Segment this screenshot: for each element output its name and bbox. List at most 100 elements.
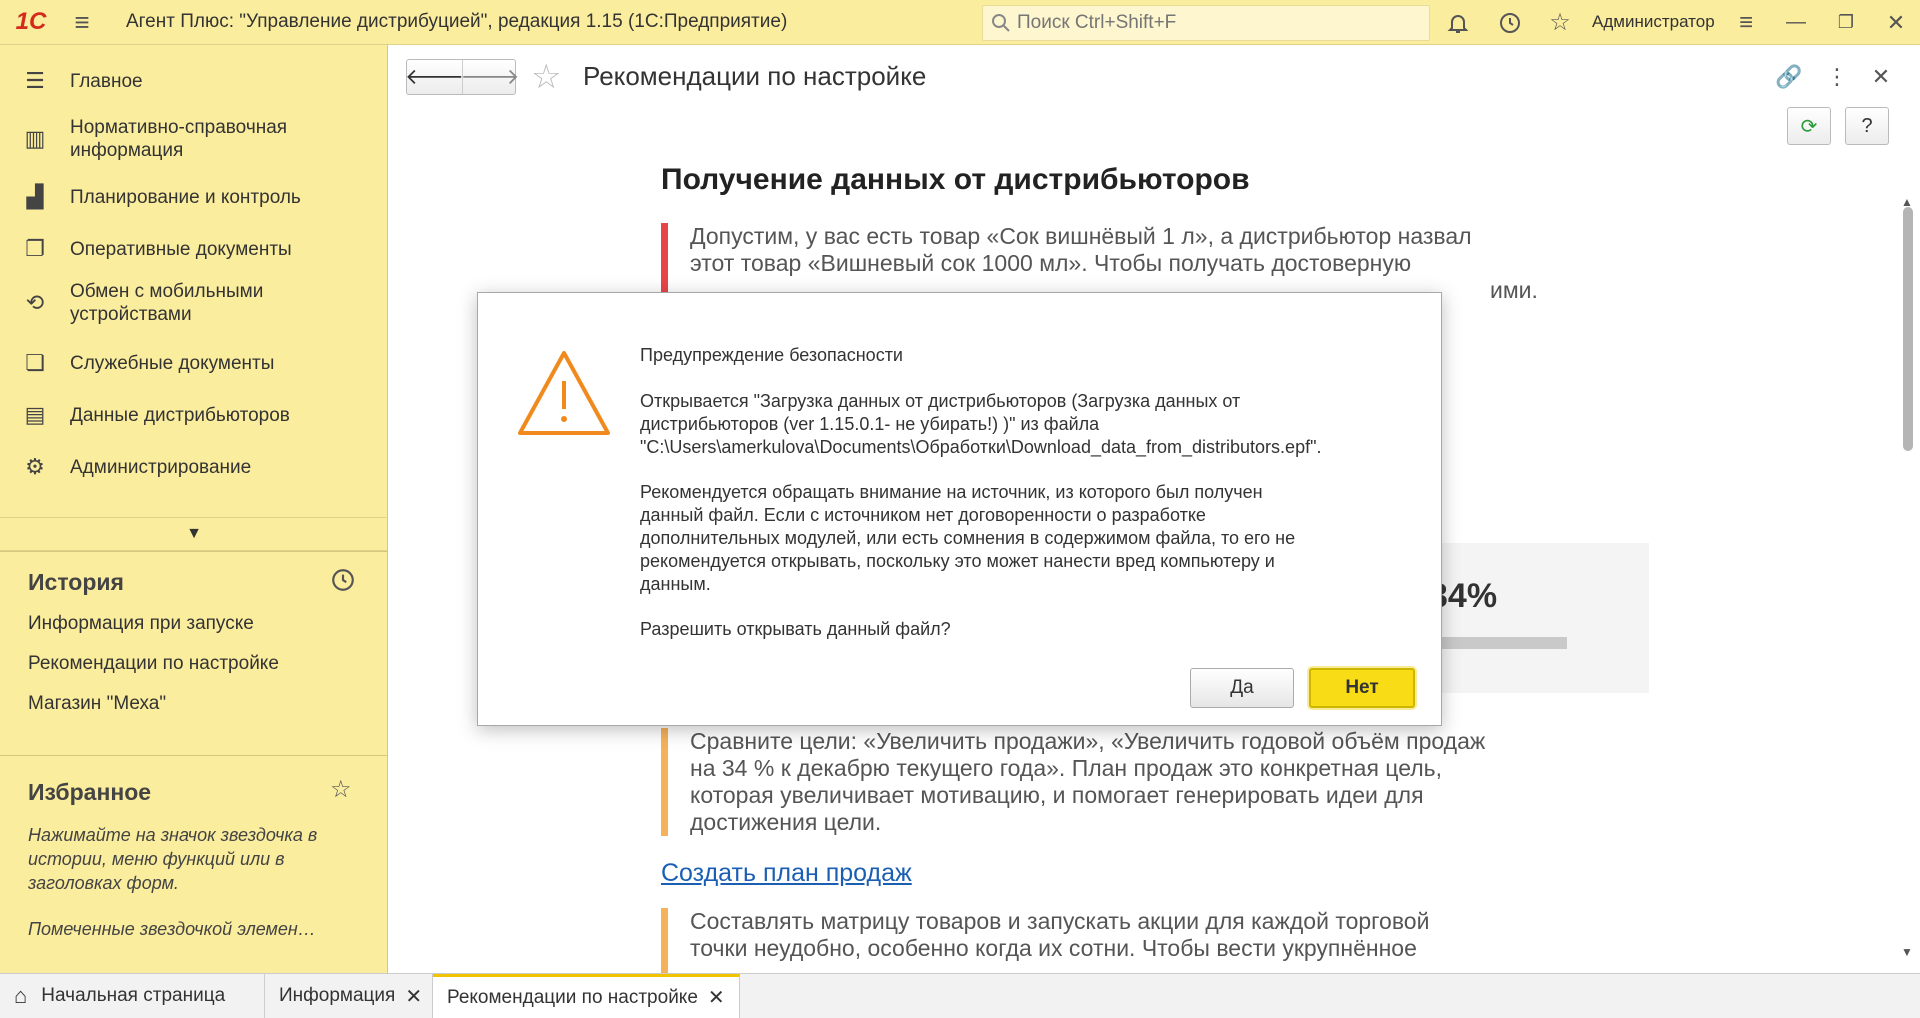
text-line: этот товар «Вишневый сок 1000 мл». Чтобы… xyxy=(690,250,1412,276)
refresh-button[interactable]: ⟳ xyxy=(1787,107,1831,145)
text-line: Рекомендуется обращать внимание на источ… xyxy=(640,482,1263,502)
back-arrow-icon[interactable]: 🡐 xyxy=(405,60,464,94)
settings-menu-icon[interactable]: ≡ xyxy=(1726,0,1766,45)
yes-button[interactable]: Да xyxy=(1190,668,1294,708)
sidebar-item-catalogs[interactable]: ▥ Нормативно-справочная информация xyxy=(0,113,388,165)
close-icon[interactable]: ✕ xyxy=(708,985,725,1010)
warning-icon xyxy=(518,351,610,435)
dialog-paragraph: Рекомендуется обращать внимание на источ… xyxy=(640,481,1400,596)
sync-icon: ⟲ xyxy=(25,290,45,315)
restore-icon[interactable]: ❐ xyxy=(1826,0,1866,45)
close-icon[interactable]: ✕ xyxy=(405,984,422,1009)
link-icon[interactable]: 🔗 xyxy=(1771,59,1807,95)
history-title: История xyxy=(28,569,124,595)
sidebar-item-label: Администрирование xyxy=(70,456,252,478)
favorites-hint-marked: Помеченные звездочкой элемен… xyxy=(28,919,316,939)
forward-arrow-icon[interactable]: 🡒 xyxy=(461,60,520,94)
history-item[interactable]: Информация при запуске xyxy=(28,613,254,635)
tab-label: Начальная страница xyxy=(41,985,226,1006)
dialog-paragraph: Открывается "Загрузка данных от дистрибь… xyxy=(640,390,1400,459)
favorites-hint: Нажимайте на значок звездочка в истории,… xyxy=(28,825,318,893)
text-line: дистрибьюторов (ver 1.15.0.1- не убирать… xyxy=(640,414,1100,434)
triangle-down-icon: ▼ xyxy=(186,525,202,542)
text-line: рекомендуется открывать, поскольку это м… xyxy=(640,551,1275,571)
form-title: Рекомендации по настройке xyxy=(583,61,927,91)
callout-block: Сравните цели: «Увеличить продажи», «Уве… xyxy=(661,728,1485,836)
sidebar-item-operational-docs[interactable]: ❐ Оперативные документы xyxy=(0,229,388,269)
main-menu-icon[interactable]: ≡ xyxy=(62,0,102,45)
text-line: достижения цели. xyxy=(690,809,882,835)
tab-label: Информация xyxy=(279,985,396,1006)
sidebar-item-planning[interactable]: ▟ Планирование и контроль xyxy=(0,177,388,217)
star-icon[interactable]: ☆ xyxy=(531,57,561,97)
sidebar-item-mobile-exchange[interactable]: ⟲ Обмен с мобильными устройствами xyxy=(0,273,388,333)
create-sales-plan-link[interactable]: Создать план продаж xyxy=(661,859,912,888)
more-vertical-icon[interactable]: ⋮ xyxy=(1819,59,1855,95)
divider xyxy=(0,551,388,552)
service-docs-icon: ❏ xyxy=(25,350,45,375)
menu-icon: ☰ xyxy=(25,68,45,93)
tab-information[interactable]: Информация ✕ xyxy=(265,974,433,1018)
sidebar-item-label: Нормативно-справочная информация xyxy=(70,117,288,161)
search-input[interactable] xyxy=(1017,12,1417,34)
text-line: Сравните цели: «Увеличить продажи», «Уве… xyxy=(690,728,1486,754)
favorites-title: Избранное xyxy=(28,779,152,805)
catalog-icon: ▥ xyxy=(24,126,46,151)
sidebar-more-button[interactable]: ▼ xyxy=(0,517,388,551)
help-button[interactable]: ? xyxy=(1845,107,1889,145)
search-box[interactable] xyxy=(982,5,1430,41)
dialog-title: Предупреждение безопасности xyxy=(640,345,903,365)
sidebar-item-label: Главное xyxy=(70,70,143,92)
sidebar-item-service-docs[interactable]: ❏ Служебные документы xyxy=(0,343,388,383)
scroll-down-icon[interactable]: ▼ xyxy=(1901,945,1913,959)
history-item[interactable]: Магазин "Меха" xyxy=(28,693,166,715)
app-title: Агент Плюс: "Управление дистрибуцией", р… xyxy=(126,11,788,32)
top-bar: 1С ≡ Агент Плюс: "Управление дистрибуцие… xyxy=(0,0,1920,45)
documents-icon: ❐ xyxy=(25,236,45,261)
favorites-star-icon[interactable]: ☆ xyxy=(1540,0,1580,45)
sidebar-item-label: Данные дистрибьюторов xyxy=(70,404,290,426)
security-warning-dialog: Предупреждение безопасности Открывается … xyxy=(477,292,1442,726)
distributor-data-icon: ▤ xyxy=(24,402,46,427)
callout-block: Составлять матрицу товаров и запускать а… xyxy=(661,908,1429,973)
divider xyxy=(0,755,388,756)
minimize-icon[interactable]: — xyxy=(1776,0,1816,45)
text-line: которая увеличивает мотивацию, и помогае… xyxy=(690,782,1424,808)
text-line: Составлять матрицу товаров и запускать а… xyxy=(690,908,1430,934)
dialog-question: Разрешить открывать данный файл? xyxy=(640,619,951,639)
tab-label: Рекомендации по настройке xyxy=(447,986,698,1008)
text-line: Допустим, у вас есть товар «Сок вишнёвый… xyxy=(690,223,1472,249)
history-nav: 🡐 🡒 xyxy=(405,59,520,95)
text-line: Открывается "Загрузка данных от дистрибь… xyxy=(640,391,1241,411)
close-window-icon[interactable]: ✕ xyxy=(1876,0,1916,45)
star-icon[interactable]: ☆ xyxy=(330,775,352,804)
sidebar: ☰ Главное ▥ Нормативно-справочная информ… xyxy=(0,45,388,973)
bell-icon[interactable] xyxy=(1438,0,1478,45)
close-icon[interactable]: ✕ xyxy=(1863,59,1899,95)
text-line: данный файл. Если с источником нет догов… xyxy=(640,505,1206,525)
sidebar-item-label: Планирование и контроль xyxy=(70,186,301,208)
text-line: на 34 % к декабрю текущего года». План п… xyxy=(690,755,1443,781)
text-line: данным. xyxy=(640,574,711,594)
text-line: дополнительных модулей, или есть сомнени… xyxy=(640,528,1296,548)
sidebar-item-label: Оперативные документы xyxy=(70,238,292,260)
sidebar-item-distributor-data[interactable]: ▤ Данные дистрибьюторов xyxy=(0,395,388,435)
content-heading: Получение данных от дистрибьюторов xyxy=(661,163,1250,196)
user-name[interactable]: Администратор xyxy=(1592,12,1715,32)
gear-icon: ⚙ xyxy=(25,454,45,479)
search-icon xyxy=(992,14,1010,32)
tab-home[interactable]: ⌂ Начальная страница xyxy=(0,974,265,1018)
scrollbar-thumb[interactable] xyxy=(1903,207,1913,451)
text-line: "C:\Users\amerkulova\Documents\Обработки… xyxy=(640,437,1322,457)
app-logo[interactable]: 1С xyxy=(0,0,62,45)
history-icon[interactable] xyxy=(330,567,356,600)
no-button[interactable]: Нет xyxy=(1309,668,1415,708)
tab-recommendations[interactable]: Рекомендации по настройке ✕ xyxy=(433,974,740,1018)
history-icon[interactable] xyxy=(1490,0,1530,45)
stat-bar xyxy=(1437,637,1567,649)
sidebar-item-administration[interactable]: ⚙ Администрирование xyxy=(0,447,388,487)
sidebar-item-main[interactable]: ☰ Главное xyxy=(0,57,388,105)
history-item[interactable]: Рекомендации по настройке xyxy=(28,653,279,675)
open-tabs-bar: ⌂ Начальная страница Информация ✕ Рекоме… xyxy=(0,973,1920,1018)
text-line: точки неудобно, особенно когда их сотни.… xyxy=(690,935,1417,961)
